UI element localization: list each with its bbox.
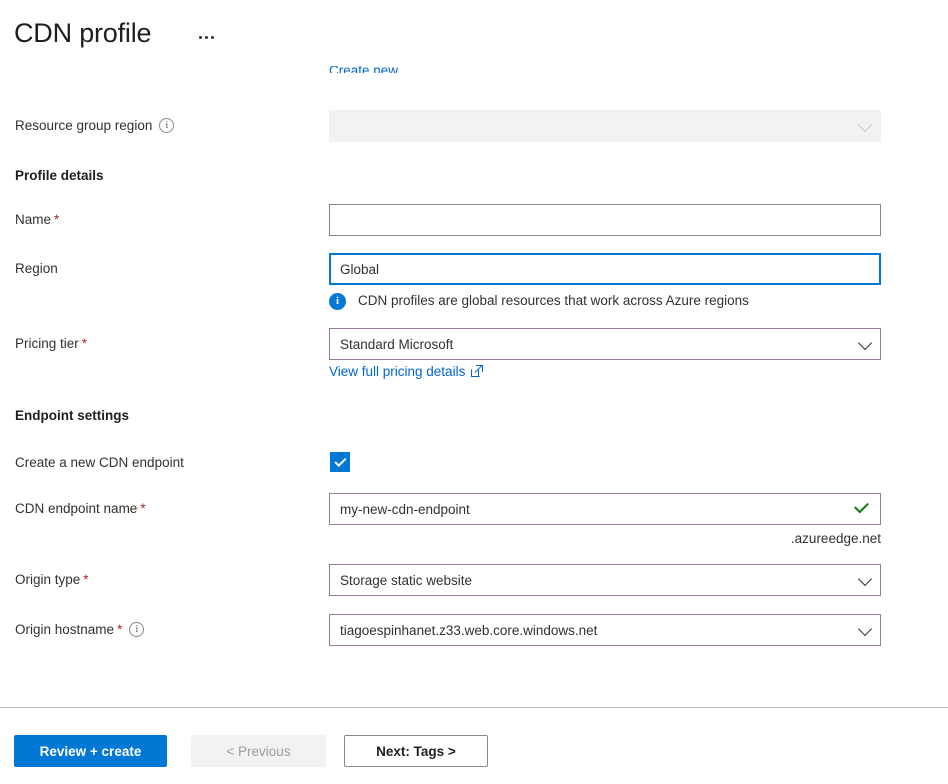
create-endpoint-checkbox[interactable] <box>330 452 350 472</box>
endpoint-name-label-text: CDN endpoint name <box>15 501 138 516</box>
review-create-button[interactable]: Review + create <box>14 735 167 767</box>
origin-hostname-control: tiagoespinhanet.z33.web.core.windows.net <box>329 614 881 646</box>
region-label: Region <box>15 261 58 276</box>
origin-type-label-text: Origin type <box>15 572 81 587</box>
pricing-tier-label-text: Pricing tier <box>15 336 79 351</box>
valid-checkmark-icon <box>854 498 869 514</box>
ellipsis-dot <box>204 35 208 39</box>
chevron-down-icon <box>857 335 873 351</box>
name-label: Name * <box>15 210 59 230</box>
chevron-down-icon <box>857 571 873 587</box>
origin-hostname-label-text: Origin hostname <box>15 622 115 637</box>
create-endpoint-label: Create a new CDN endpoint <box>15 455 184 470</box>
pricing-tier-select[interactable]: Standard Microsoft <box>329 328 881 360</box>
resource-group-region-label-text: Resource group region <box>15 118 153 133</box>
view-pricing-details-link[interactable]: View full pricing details <box>329 363 484 381</box>
resource-group-region-select <box>329 110 881 142</box>
checkmark-icon <box>334 454 347 468</box>
origin-type-value: Storage static website <box>340 572 473 588</box>
required-asterisk: * <box>81 336 88 351</box>
cdn-profile-form: Create new Resource group region Profile… <box>0 66 948 707</box>
more-options-icon[interactable] <box>192 26 220 48</box>
endpoint-name-value: my-new-cdn-endpoint <box>340 501 470 517</box>
region-hint: CDN profiles are global resources that w… <box>329 292 889 312</box>
chevron-down-icon <box>857 117 873 133</box>
create-new-link[interactable]: Create new <box>329 66 419 73</box>
origin-type-control: Storage static website <box>329 564 881 596</box>
page-footer: Review + create < Previous Next: Tags > <box>0 708 948 784</box>
view-pricing-details-text: View full pricing details <box>329 364 466 379</box>
origin-type-label: Origin type * <box>15 570 89 590</box>
required-asterisk: * <box>54 212 60 227</box>
ellipsis-dot <box>198 35 202 39</box>
resource-group-region-label: Resource group region <box>15 116 175 136</box>
ellipsis-dot <box>210 35 214 39</box>
pricing-tier-control: Standard Microsoft <box>329 328 881 360</box>
profile-details-heading: Profile details <box>15 168 104 183</box>
origin-type-select[interactable]: Storage static website <box>329 564 881 596</box>
resource-group-region-control <box>329 110 881 142</box>
name-control <box>329 204 881 236</box>
origin-hostname-select[interactable]: tiagoespinhanet.z33.web.core.windows.net <box>329 614 881 646</box>
region-hint-text: CDN profiles are global resources that w… <box>358 293 749 308</box>
required-asterisk: * <box>140 501 146 516</box>
required-asterisk: * <box>117 622 123 637</box>
info-filled-icon <box>329 293 346 310</box>
endpoint-settings-heading: Endpoint settings <box>15 408 129 423</box>
info-icon[interactable] <box>159 118 175 133</box>
origin-hostname-label: Origin hostname * <box>15 620 145 640</box>
info-icon[interactable] <box>129 622 145 637</box>
endpoint-name-control: my-new-cdn-endpoint <box>329 493 881 525</box>
origin-hostname-value: tiagoespinhanet.z33.web.core.windows.net <box>340 622 598 638</box>
endpoint-name-suffix: .azureedge.net <box>790 531 881 546</box>
pricing-tier-label: Pricing tier * <box>15 334 87 354</box>
endpoint-name-label: CDN endpoint name * <box>15 499 146 519</box>
required-asterisk: * <box>83 572 89 587</box>
endpoint-name-input[interactable]: my-new-cdn-endpoint <box>329 493 881 525</box>
page-header: CDN profile <box>0 0 948 66</box>
name-input[interactable] <box>329 204 881 236</box>
region-value: Global <box>340 261 380 277</box>
region-control: Global <box>329 253 881 285</box>
chevron-down-icon <box>857 621 873 637</box>
cdn-profile-page: CDN profile Create new Resource group re… <box>0 0 948 784</box>
pricing-tier-value: Standard Microsoft <box>340 336 454 352</box>
region-input[interactable]: Global <box>329 253 881 285</box>
external-link-icon <box>471 365 484 377</box>
next-tags-button[interactable]: Next: Tags > <box>344 735 488 767</box>
name-label-text: Name <box>15 212 52 227</box>
previous-button: < Previous <box>191 735 326 767</box>
page-title: CDN profile <box>14 18 152 48</box>
